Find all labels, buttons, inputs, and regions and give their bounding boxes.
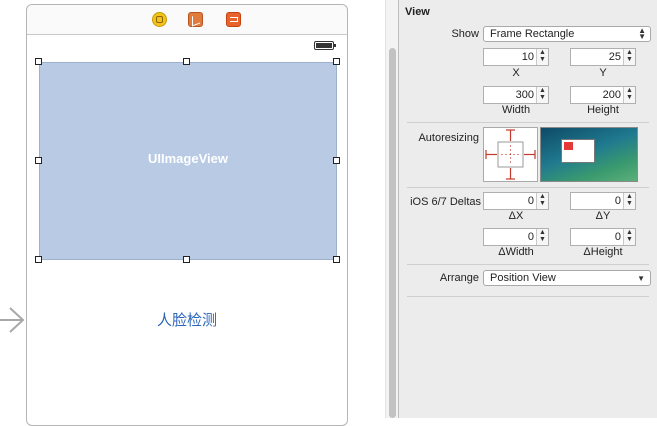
exit-icon[interactable] — [226, 12, 241, 27]
deltas-label: iOS 6/7 Deltas — [410, 196, 481, 208]
show-value: Frame Rectangle — [490, 28, 575, 40]
image-view-label: UIImageView — [148, 151, 228, 166]
battery-icon — [314, 41, 336, 50]
divider — [407, 264, 649, 265]
x-label: X — [512, 67, 520, 79]
delta-x-field[interactable]: 0 ▲ ▼ — [483, 192, 549, 210]
show-label: Show — [451, 28, 479, 40]
view-controller-icon[interactable] — [152, 12, 167, 27]
delta-y-value: 0 — [614, 195, 621, 207]
scrollbar-thumb[interactable] — [389, 48, 396, 418]
first-responder-icon[interactable] — [188, 12, 203, 27]
x-field[interactable]: 10 ▲ ▼ — [483, 48, 549, 66]
image-view[interactable]: UIImageView — [39, 62, 337, 260]
up-down-arrows-icon: ▲ ▼ — [638, 26, 646, 41]
delta-y-field[interactable]: 0 ▲ ▼ — [570, 192, 636, 210]
delta-y-label: ΔY — [595, 210, 611, 222]
size-inspector: View Show Frame Rectangle ▲ ▼ 10 ▲ ▼ X 25 … — [398, 0, 657, 418]
delta-width-label: ΔWidth — [498, 246, 534, 258]
y-field[interactable]: 25 ▲ ▼ — [570, 48, 636, 66]
show-popup[interactable]: Frame Rectangle ▲ ▼ — [483, 26, 651, 42]
height-field[interactable]: 200 ▲ ▼ — [570, 86, 636, 104]
resize-handle-bottom[interactable] — [183, 256, 190, 263]
height-label: Height — [587, 104, 619, 116]
divider — [407, 296, 649, 297]
y-label: Y — [599, 67, 607, 79]
arrange-popup[interactable]: Position View ▼ — [483, 270, 651, 286]
resize-handle-right[interactable] — [333, 157, 340, 164]
resize-handle-top-left[interactable] — [35, 58, 42, 65]
preview-view-rect — [564, 142, 573, 150]
delta-y-stepper-arrows-icon[interactable]: ▲ ▼ — [623, 193, 635, 209]
x-value: 10 — [521, 51, 534, 63]
resize-handle-top[interactable] — [183, 58, 190, 65]
resize-handle-bottom-right[interactable] — [333, 256, 340, 263]
height-stepper-arrows-icon[interactable]: ▲ ▼ — [623, 87, 635, 103]
delta-width-field[interactable]: 0 ▲ ▼ — [483, 228, 549, 246]
divider — [407, 187, 649, 188]
struts-and-springs-icon — [485, 129, 536, 180]
preview-superview — [561, 139, 595, 163]
delta-width-stepper-arrows-icon[interactable]: ▲ ▼ — [536, 229, 548, 245]
autoresizing-mask-control[interactable] — [483, 127, 538, 182]
resize-handle-left[interactable] — [35, 157, 42, 164]
resize-handle-top-right[interactable] — [333, 58, 340, 65]
canvas-scrollbar[interactable] — [385, 0, 399, 418]
divider — [407, 122, 649, 123]
y-value: 25 — [608, 51, 621, 63]
arrange-label: Arrange — [439, 272, 479, 284]
delta-height-stepper-arrows-icon[interactable]: ▲ ▼ — [623, 229, 635, 245]
storyboard-canvas[interactable]: UIImageView 人脸检测 — [0, 0, 385, 426]
delta-height-label: ΔHeight — [583, 246, 623, 258]
x-stepper-arrows-icon[interactable]: ▲ ▼ — [536, 49, 548, 65]
arrange-value: Position View — [490, 272, 556, 284]
y-stepper-arrows-icon[interactable]: ▲ ▼ — [623, 49, 635, 65]
chevron-down-icon: ▼ — [637, 274, 645, 283]
width-label: Width — [501, 104, 531, 116]
height-value: 200 — [602, 89, 621, 101]
initial-view-controller-arrow-icon[interactable] — [0, 302, 26, 338]
width-stepper-arrows-icon[interactable]: ▲ ▼ — [536, 87, 548, 103]
width-field[interactable]: 300 ▲ ▼ — [483, 86, 549, 104]
delta-width-value: 0 — [527, 231, 534, 243]
section-title: View — [405, 6, 430, 18]
delta-height-field[interactable]: 0 ▲ ▼ — [570, 228, 636, 246]
scene-dock — [27, 5, 347, 35]
delta-height-value: 0 — [614, 231, 621, 243]
autoresizing-preview — [540, 127, 638, 182]
autoresizing-label: Autoresizing — [418, 132, 479, 144]
delta-x-stepper-arrows-icon[interactable]: ▲ ▼ — [536, 193, 548, 209]
face-detection-button[interactable]: 人脸检测 — [27, 309, 347, 330]
delta-x-value: 0 — [527, 195, 534, 207]
resize-handle-bottom-left[interactable] — [35, 256, 42, 263]
width-value: 300 — [515, 89, 534, 101]
delta-x-label: ΔX — [508, 210, 524, 222]
view-controller-scene[interactable]: UIImageView 人脸检测 — [26, 4, 348, 426]
